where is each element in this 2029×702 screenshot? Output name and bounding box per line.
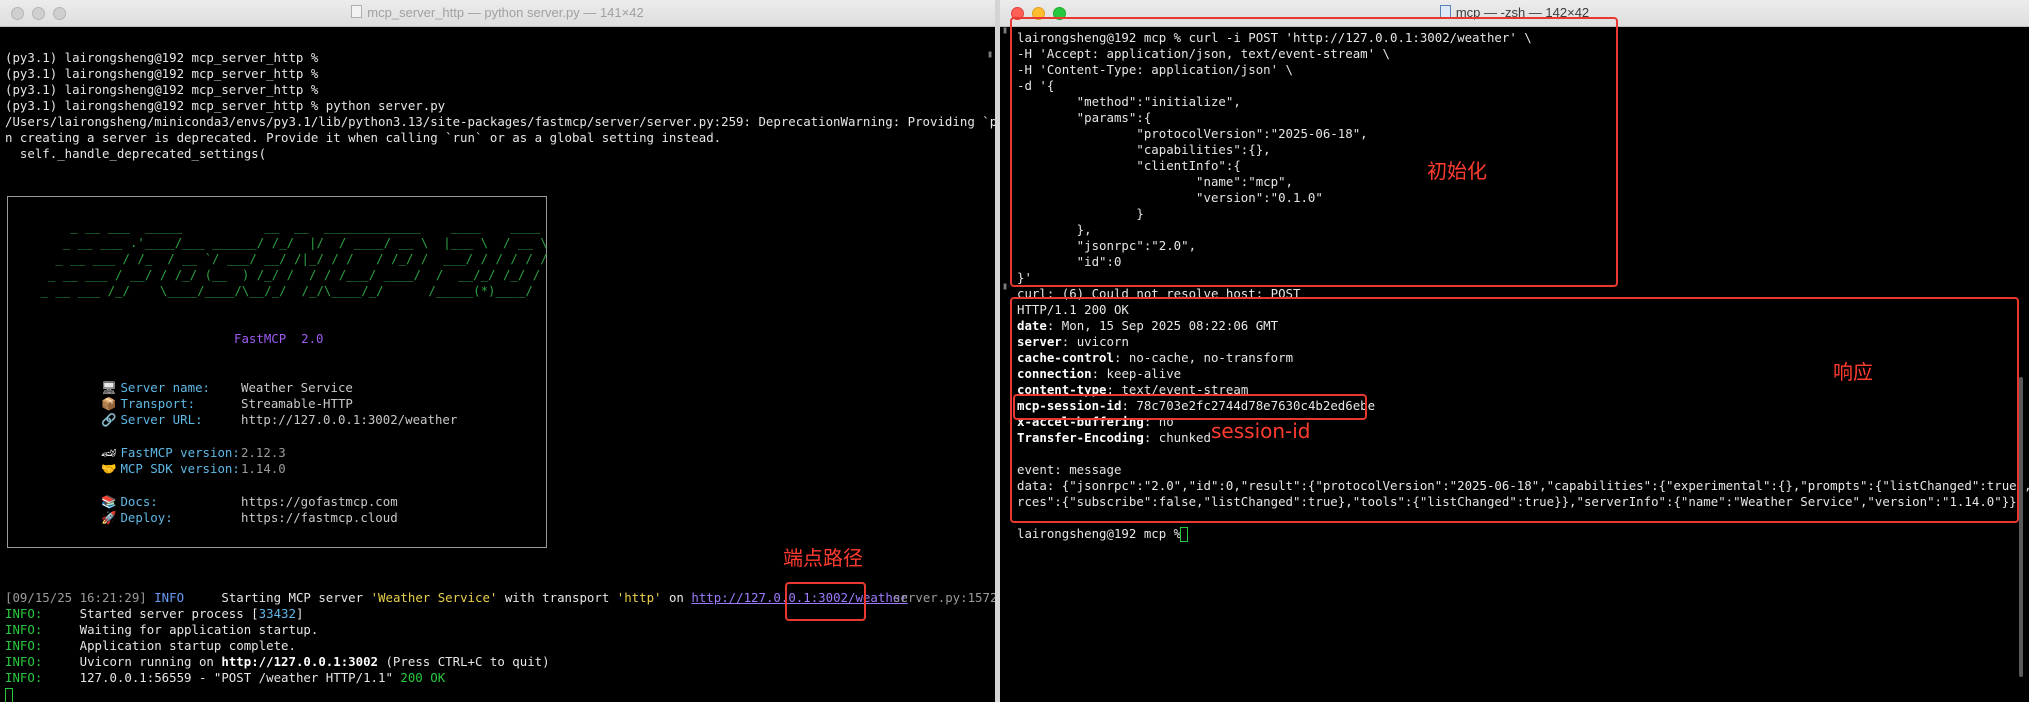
document-icon	[351, 5, 363, 18]
scroll-marker: ▮	[987, 49, 994, 60]
terminal-line: n creating a server is deprecated. Provi…	[5, 130, 722, 145]
info-log-line: INFO: 127.0.0.1:56559 - "POST /weather H…	[5, 670, 446, 685]
session-id-highlight-box	[1013, 394, 1367, 420]
info-row: 📚 Docs:	[101, 494, 158, 509]
info-value: 2.12.3	[241, 445, 286, 460]
info-row: 🔗 Server URL:	[101, 412, 203, 427]
left-terminal-window: mcp_server_http — python server.py — 141…	[0, 0, 995, 702]
info-value: Streamable-HTTP	[241, 396, 353, 411]
info-value: https://fastmcp.cloud	[241, 510, 398, 525]
terminal-line: (py3.1) lairongsheng@192 mcp_server_http…	[5, 98, 446, 113]
terminal-line: self._handle_deprecated_settings(	[5, 146, 267, 161]
log-source: server.py:1572	[893, 590, 995, 605]
books-icon: 📚	[101, 494, 117, 509]
left-title-bar: mcp_server_http — python server.py — 141…	[0, 0, 995, 27]
right-terminal-window: mcp — -zsh — 142×42 lairongsheng@192 mcp…	[1000, 0, 2029, 702]
terminal-line: (py3.1) lairongsheng@192 mcp_server_http…	[5, 82, 319, 97]
endpoint-annotation: 端点路径	[783, 546, 863, 570]
info-row: 🏎 FastMCP version:	[101, 445, 240, 460]
init-highlight-box	[1010, 17, 1618, 287]
logo-line: _ __ ___ _____ __ __ _____________ ____ …	[33, 219, 548, 234]
info-row: 🚀 Deploy:	[101, 510, 173, 525]
log-line: [09/15/25 16:21:29] INFO Starting MCP se…	[5, 590, 908, 605]
logo-line: _ __ ___ .'____/___ ______/ /_/ |/ / ___…	[33, 235, 548, 250]
info-row: 🖥 Server name:	[101, 380, 210, 395]
scrollbar[interactable]	[2019, 377, 2023, 677]
mark-indicator: ▮	[1002, 281, 1009, 292]
right-terminal-content[interactable]: lairongsheng@192 mcp % curl -i POST 'htt…	[1000, 17, 2029, 702]
info-log-line: INFO: Started server process [33432]	[5, 606, 304, 621]
handshake-icon: 🤝	[101, 461, 117, 476]
terminal-line: (py3.1) lairongsheng@192 mcp_server_http…	[5, 50, 319, 65]
info-row: 🤝 MCP SDK version:	[101, 461, 240, 476]
link-icon: 🔗	[101, 412, 117, 427]
shell-prompt: lairongsheng@192 mcp %	[1017, 526, 1189, 541]
endpoint-highlight-box	[785, 582, 866, 621]
race-car-icon: 🏎	[101, 445, 117, 460]
mark-indicator: ▮	[1002, 25, 1009, 36]
left-window-title: mcp_server_http — python server.py — 141…	[0, 0, 995, 26]
terminal-line: /Users/lairongsheng/miniconda3/envs/py3.…	[5, 114, 995, 129]
logo-line: _ __ ___ /_/ \____/____/\__/_/ /_/\____/…	[33, 283, 548, 298]
left-terminal-content[interactable]: (py3.1) lairongsheng@192 mcp_server_http…	[0, 27, 995, 702]
monitor-icon: 🖥	[101, 380, 117, 395]
info-row: 📦 Transport:	[101, 396, 196, 411]
init-annotation: 初始化	[1427, 159, 1487, 183]
info-value: https://gofastmcp.com	[241, 494, 398, 509]
info-value: 1.14.0	[241, 461, 286, 476]
product-name: FastMCP 2.0	[234, 331, 324, 346]
session-id-annotation: session-id	[1211, 419, 1311, 443]
info-value: http://127.0.0.1:3002/weather	[241, 412, 458, 427]
info-value: Weather Service	[241, 380, 353, 395]
response-annotation: 响应	[1833, 360, 1873, 384]
info-log-line: INFO: Uvicorn running on http://127.0.0.…	[5, 654, 550, 669]
terminal-line: (py3.1) lairongsheng@192 mcp_server_http…	[5, 66, 319, 81]
terminal-cursor	[5, 688, 13, 702]
info-log-line: INFO: Waiting for application startup.	[5, 622, 319, 637]
package-icon: 📦	[101, 396, 117, 411]
info-log-line: INFO: Application startup complete.	[5, 638, 296, 653]
logo-line: _ __ ___ / __/ / /_/ (__ ) /_/ / / / /__…	[33, 267, 548, 282]
rocket-icon: 🚀	[101, 510, 117, 525]
terminal-cursor	[1180, 527, 1188, 542]
logo-line: _ __ ___ / /_ / __ `/ ___/ __/ /|_/ / / …	[33, 251, 548, 266]
